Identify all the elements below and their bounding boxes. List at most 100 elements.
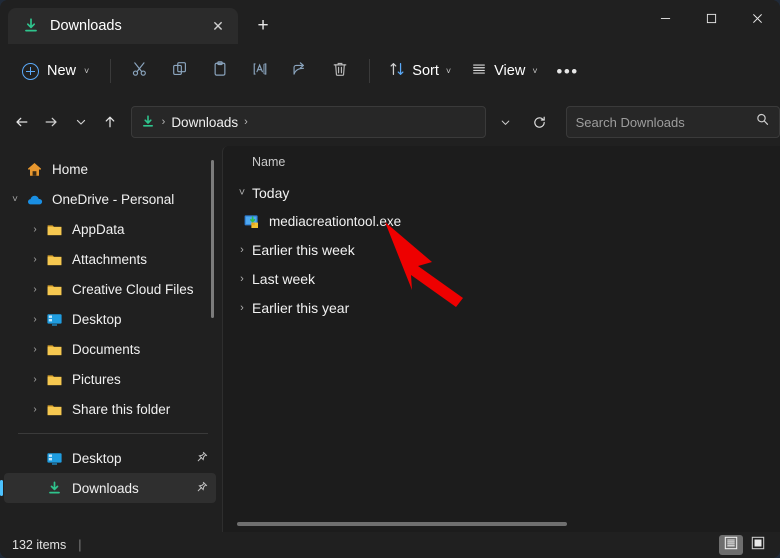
chevron-right-icon[interactable]: ›	[24, 284, 46, 295]
sidebar-item-attachments[interactable]: › Attachments	[4, 244, 216, 274]
horizontal-scrollbar[interactable]	[237, 522, 567, 526]
chevron-right-icon[interactable]: ›	[24, 254, 46, 265]
pin-icon[interactable]	[196, 481, 208, 496]
plus-circle-icon	[22, 63, 39, 80]
file-group-earlier-this-year[interactable]: ›Earlier this year	[223, 293, 780, 322]
breadcrumb-separator-2[interactable]: ›	[244, 116, 248, 128]
sidebar-item-label: Pictures	[72, 372, 121, 387]
chevron-down-icon: ˅	[532, 67, 537, 76]
breadcrumb[interactable]: › Downloads ›	[131, 106, 486, 138]
file-explorer-window: Downloads ✕ + New ˅	[0, 0, 780, 558]
tab-strip: Downloads ✕ +	[0, 0, 280, 44]
minimize-button[interactable]	[642, 0, 688, 36]
new-button[interactable]: New ˅	[10, 54, 101, 88]
quick-access-item-label: Downloads	[72, 481, 139, 496]
breadcrumb-downloads[interactable]: Downloads	[171, 115, 238, 130]
back-button[interactable]	[7, 106, 36, 138]
copy-button[interactable]	[160, 54, 200, 88]
file-group-last-week[interactable]: ›Last week	[223, 264, 780, 293]
sidebar-item-appdata[interactable]: › AppData	[4, 214, 216, 244]
view-toggle-group	[719, 535, 780, 555]
quick-access-item-downloads[interactable]: Downloads	[4, 473, 216, 503]
download-icon	[22, 17, 40, 35]
tab-title: Downloads	[50, 18, 194, 34]
paste-button[interactable]	[200, 54, 240, 88]
file-list: ˅Today mediacreationtool.exe›Earlier thi…	[223, 178, 780, 322]
view-icon	[471, 61, 487, 81]
chevron-right-icon[interactable]: ›	[24, 224, 46, 235]
item-count-label: 132 items	[12, 538, 66, 552]
sidebar-item-label: OneDrive - Personal	[52, 192, 174, 207]
address-bar-actions	[490, 106, 556, 138]
download-icon	[140, 114, 156, 130]
up-button[interactable]	[95, 106, 124, 138]
scissors-icon	[131, 60, 149, 83]
folder-icon	[46, 281, 63, 298]
refresh-button[interactable]	[524, 106, 556, 138]
new-tab-button[interactable]: +	[246, 9, 280, 43]
pin-icon[interactable]	[196, 451, 208, 466]
chevron-right-icon[interactable]: ›	[232, 244, 252, 256]
sidebar-item-share-this-folder[interactable]: › Share this folder	[4, 394, 216, 424]
rename-button[interactable]	[240, 54, 280, 88]
quick-access-item-desktop[interactable]: Desktop	[4, 443, 216, 473]
sidebar-item-label: AppData	[72, 222, 125, 237]
recent-locations-button[interactable]	[66, 106, 95, 138]
sidebar-item-desktop[interactable]: › Desktop	[4, 304, 216, 334]
chevron-right-icon[interactable]: ›	[24, 314, 46, 325]
file-row[interactable]: mediacreationtool.exe	[223, 207, 780, 235]
file-group-label: Today	[252, 185, 289, 201]
copy-icon	[171, 60, 189, 83]
details-view-icon	[724, 536, 738, 555]
sort-icon	[389, 61, 405, 81]
rename-icon	[251, 60, 269, 83]
sort-button[interactable]: Sort ˅	[379, 54, 461, 88]
file-list-pane[interactable]: Name ˅Today mediacreationtool.exe›Earlie…	[222, 146, 780, 532]
share-button[interactable]	[280, 54, 320, 88]
sidebar-scrollbar[interactable]	[211, 160, 214, 318]
onedrive-icon	[26, 191, 43, 208]
sidebar-item-label: Desktop	[72, 312, 122, 327]
column-header-row: Name	[223, 146, 780, 178]
cut-button[interactable]	[120, 54, 160, 88]
forward-button[interactable]	[37, 106, 66, 138]
search-input[interactable]: Search Downloads	[576, 115, 755, 130]
view-button[interactable]: View ˅	[461, 54, 547, 88]
chevron-right-icon[interactable]: ›	[24, 404, 46, 415]
title-bar: Downloads ✕ +	[0, 0, 780, 44]
chevron-right-icon[interactable]: ›	[24, 374, 46, 385]
search-box[interactable]: Search Downloads	[566, 106, 780, 138]
folder-icon	[46, 251, 63, 268]
maximize-button[interactable]	[688, 0, 734, 36]
sidebar-item-creative-cloud-files[interactable]: › Creative Cloud Files	[4, 274, 216, 304]
tab-downloads[interactable]: Downloads ✕	[8, 8, 238, 44]
breadcrumb-separator: ›	[162, 116, 166, 128]
chevron-down-icon[interactable]: ˅	[232, 187, 252, 199]
folder-icon	[46, 221, 63, 238]
share-icon	[291, 60, 309, 83]
sidebar-item-onedrive-personal[interactable]: ˅ OneDrive - Personal	[4, 184, 216, 214]
column-header-name[interactable]: Name	[252, 155, 285, 169]
nav-tree: Home˅ OneDrive - Personal› AppData› Atta…	[0, 154, 222, 424]
sidebar-item-home[interactable]: Home	[4, 154, 216, 184]
delete-button[interactable]	[320, 54, 360, 88]
download-icon	[46, 480, 63, 497]
file-group-today[interactable]: ˅Today	[223, 178, 780, 207]
address-dropdown-button[interactable]	[490, 106, 522, 138]
sidebar-item-pictures[interactable]: › Pictures	[4, 364, 216, 394]
details-view-button[interactable]	[719, 535, 743, 555]
quick-access-list: Desktop Downloads	[0, 443, 222, 503]
chevron-right-icon[interactable]: ›	[232, 273, 252, 285]
chevron-down-icon[interactable]: ˅	[4, 194, 26, 205]
navigation-pane[interactable]: Home˅ OneDrive - Personal› AppData› Atta…	[0, 146, 222, 532]
file-group-earlier-this-week[interactable]: ›Earlier this week	[223, 235, 780, 264]
close-window-button[interactable]	[734, 0, 780, 36]
more-options-button[interactable]: •••	[548, 54, 588, 88]
close-tab-icon[interactable]: ✕	[204, 12, 232, 40]
chevron-right-icon[interactable]: ›	[24, 344, 46, 355]
mediacreationtool-icon	[243, 213, 260, 230]
large-icons-view-button[interactable]	[746, 535, 770, 555]
sidebar-item-documents[interactable]: › Documents	[4, 334, 216, 364]
sort-label: Sort	[412, 63, 439, 79]
chevron-right-icon[interactable]: ›	[232, 302, 252, 314]
